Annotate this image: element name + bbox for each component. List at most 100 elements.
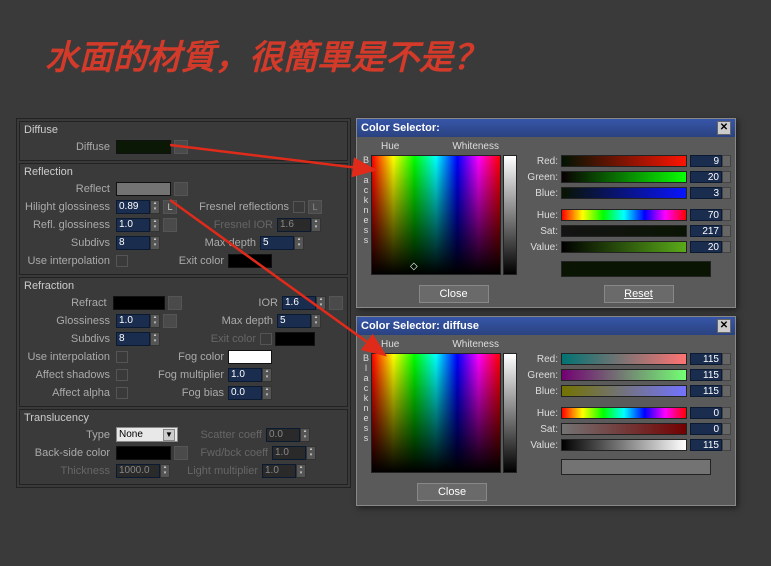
refr-max-depth-input[interactable]: [277, 314, 311, 328]
affect-shadows-label: Affect shadows: [24, 369, 116, 381]
refr-use-interp-chk[interactable]: [116, 351, 128, 363]
red-input[interactable]: [690, 353, 722, 365]
refract-map-slot[interactable]: [168, 296, 182, 310]
affect-alpha-chk[interactable]: [116, 387, 128, 399]
type-dropdown[interactable]: None▼: [116, 427, 178, 442]
green-input[interactable]: [690, 171, 722, 183]
spinner-arrows[interactable]: [722, 353, 731, 365]
hue-picker[interactable]: ◇: [371, 155, 501, 275]
fresnel-checkbox[interactable]: [293, 201, 305, 213]
green-bar[interactable]: [561, 369, 687, 381]
hue-picker[interactable]: [371, 353, 501, 473]
spinner-arrows[interactable]: ▴▾: [262, 368, 272, 382]
refr-subdivs-input[interactable]: [116, 332, 150, 346]
hue-bar[interactable]: [561, 209, 687, 221]
refr-exit-color-chk[interactable]: [260, 333, 272, 345]
glossiness-input[interactable]: [116, 314, 150, 328]
whiteness-slider[interactable]: [503, 155, 517, 275]
hue-input[interactable]: [690, 209, 722, 221]
whiteness-slider[interactable]: [503, 353, 517, 473]
result-swatch: [561, 261, 711, 277]
blue-input[interactable]: [690, 187, 722, 199]
green-bar[interactable]: [561, 171, 687, 183]
spinner-arrows[interactable]: [722, 209, 731, 221]
spinner-arrows[interactable]: [722, 407, 731, 419]
hue-bar[interactable]: [561, 407, 687, 419]
max-depth-input[interactable]: [260, 236, 294, 250]
spinner-arrows[interactable]: ▴▾: [150, 200, 160, 214]
spinner-arrows[interactable]: ▴▾: [311, 314, 321, 328]
fresnel-l-button[interactable]: L: [308, 200, 322, 214]
close-icon[interactable]: ✕: [717, 121, 731, 135]
spinner-arrows[interactable]: ▴▾: [262, 386, 272, 400]
reflect-swatch[interactable]: [116, 182, 171, 196]
red-bar[interactable]: [561, 353, 687, 365]
spinner-arrows[interactable]: [722, 241, 731, 253]
ior-map[interactable]: [329, 296, 343, 310]
diffuse-swatch[interactable]: [116, 140, 171, 154]
backside-swatch[interactable]: [116, 446, 171, 460]
cs1-titlebar[interactable]: Color Selector: ✕: [357, 119, 735, 137]
sat-bar[interactable]: [561, 423, 687, 435]
fog-color-swatch[interactable]: [228, 350, 272, 364]
blue-bar[interactable]: [561, 187, 687, 199]
spinner-arrows[interactable]: [722, 423, 731, 435]
spinner-arrows[interactable]: ▴▾: [150, 236, 160, 250]
blue-input[interactable]: [690, 385, 722, 397]
value-input[interactable]: [690, 241, 722, 253]
spinner-arrows[interactable]: ▴▾: [316, 296, 326, 310]
backside-map[interactable]: [174, 446, 188, 460]
sat-input[interactable]: [690, 225, 722, 237]
close-button[interactable]: Close: [419, 285, 489, 303]
green-input[interactable]: [690, 369, 722, 381]
spinner-arrows[interactable]: ▴▾: [150, 314, 160, 328]
spinner-arrows[interactable]: [722, 385, 731, 397]
reflect-map-slot[interactable]: [174, 182, 188, 196]
diffuse-map-slot[interactable]: [174, 140, 188, 154]
spinner-arrows[interactable]: [722, 225, 731, 237]
fog-bias-label: Fog bias: [150, 387, 228, 399]
cs1-title: Color Selector:: [361, 122, 440, 134]
hue-input[interactable]: [690, 407, 722, 419]
use-interp-label: Use interpolation: [24, 255, 116, 267]
use-interp-checkbox[interactable]: [116, 255, 128, 267]
refract-swatch[interactable]: [113, 296, 166, 310]
subdivs-input[interactable]: [116, 236, 150, 250]
red-bar[interactable]: [561, 155, 687, 167]
l-button[interactable]: L: [163, 200, 177, 214]
blue-bar[interactable]: [561, 385, 687, 397]
sat-input[interactable]: [690, 423, 722, 435]
spinner-arrows[interactable]: [722, 439, 731, 451]
glossiness-map[interactable]: [163, 314, 177, 328]
whiteness-label: Whiteness: [452, 141, 499, 152]
red-input[interactable]: [690, 155, 722, 167]
value-bar[interactable]: [561, 241, 687, 253]
close-button[interactable]: Close: [417, 483, 487, 501]
exit-color-swatch[interactable]: [228, 254, 272, 268]
refl-gloss-map[interactable]: [163, 218, 177, 232]
sat-label: Sat:: [523, 424, 561, 435]
ior-input[interactable]: [282, 296, 316, 310]
reset-button[interactable]: Reset: [604, 285, 674, 303]
spinner-arrows[interactable]: ▴▾: [150, 332, 160, 346]
spinner-arrows[interactable]: [722, 171, 731, 183]
close-icon[interactable]: ✕: [717, 319, 731, 333]
spinner-arrows[interactable]: [722, 187, 731, 199]
refl-gloss-input[interactable]: [116, 218, 150, 232]
spinner-arrows[interactable]: ▴▾: [150, 218, 160, 232]
spinner-arrows[interactable]: [722, 155, 731, 167]
blue-label: Blue:: [523, 188, 561, 199]
affect-shadows-chk[interactable]: [116, 369, 128, 381]
blackness-label: Blackness: [361, 353, 371, 475]
value-input[interactable]: [690, 439, 722, 451]
fog-mult-input[interactable]: [228, 368, 262, 382]
value-bar[interactable]: [561, 439, 687, 451]
spinner-arrows[interactable]: [722, 369, 731, 381]
sat-bar[interactable]: [561, 225, 687, 237]
hilight-gloss-input[interactable]: [116, 200, 150, 214]
refraction-group: Refraction Refract IOR▴▾ Glossiness ▴▾ M…: [19, 277, 348, 407]
spinner-arrows[interactable]: ▴▾: [294, 236, 304, 250]
fog-bias-input[interactable]: [228, 386, 262, 400]
cs2-titlebar[interactable]: Color Selector: diffuse ✕: [357, 317, 735, 335]
refr-exit-color-swatch[interactable]: [275, 332, 315, 346]
